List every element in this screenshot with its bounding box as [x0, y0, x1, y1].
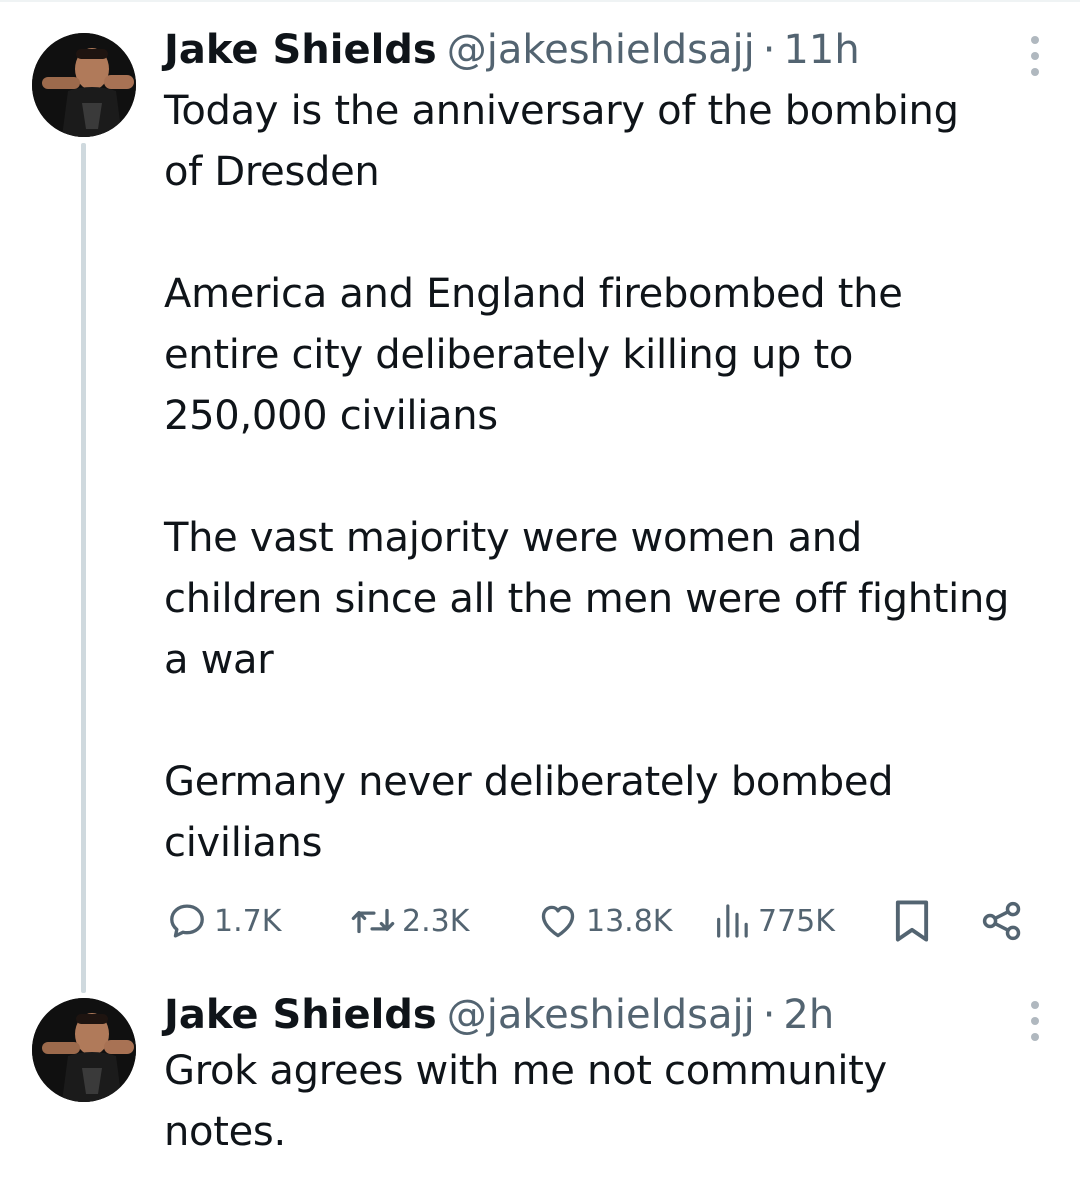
avatar-image: [32, 33, 136, 137]
tweet-1[interactable]: Jake Shields @jakeshieldsajj · 11h Today…: [0, 0, 1080, 993]
views-icon: [717, 904, 748, 938]
tweet-2[interactable]: Jake Shields @jakeshieldsajj · 2h Grok a…: [0, 975, 1080, 1178]
tweet-header: Jake Shields @jakeshieldsajj · 2h: [164, 989, 1050, 1041]
like-count: 13.8K: [586, 903, 673, 939]
thread-line: [81, 143, 86, 993]
author-name[interactable]: Jake Shields: [164, 989, 437, 1041]
avatar-image: [32, 998, 136, 1102]
retweet-count: 2.3K: [402, 903, 470, 939]
views-button[interactable]: 775K: [712, 893, 835, 949]
more-options-icon[interactable]: [1028, 36, 1042, 76]
timestamp[interactable]: 2h: [783, 989, 834, 1041]
share-button[interactable]: [980, 893, 1024, 949]
separator-dot: ·: [762, 992, 776, 1038]
tweet-header: Jake Shields @jakeshieldsajj · 11h: [164, 24, 1050, 76]
reply-icon: [170, 904, 204, 938]
reply-count: 1.7K: [214, 903, 282, 939]
author-handle[interactable]: @jakeshieldsajj: [447, 24, 755, 76]
tweet-text: Grok agrees with me not community notes.: [164, 1048, 887, 1155]
separator-dot: ·: [762, 27, 776, 73]
retweet-button[interactable]: 2.3K: [350, 893, 469, 949]
more-options-icon[interactable]: [1028, 1001, 1042, 1041]
reply-button[interactable]: 1.7K: [166, 893, 281, 949]
bookmark-button[interactable]: [892, 893, 932, 949]
author-name[interactable]: Jake Shields: [164, 24, 437, 76]
avatar[interactable]: [32, 33, 136, 137]
tweet-text: Today is the anniversary of the bombing …: [164, 88, 1010, 866]
retweet-icon: [351, 908, 395, 934]
heart-icon: [541, 905, 575, 938]
share-icon: [982, 901, 1021, 941]
avatar[interactable]: [32, 998, 136, 1102]
bookmark-icon: [895, 900, 929, 942]
like-button[interactable]: 13.8K: [536, 893, 672, 949]
action-bar: 1.7K 2.3K 13.8K 775K: [164, 893, 1044, 949]
author-handle[interactable]: @jakeshieldsajj: [447, 989, 755, 1041]
timestamp[interactable]: 11h: [783, 24, 859, 76]
views-count: 775K: [758, 903, 835, 939]
